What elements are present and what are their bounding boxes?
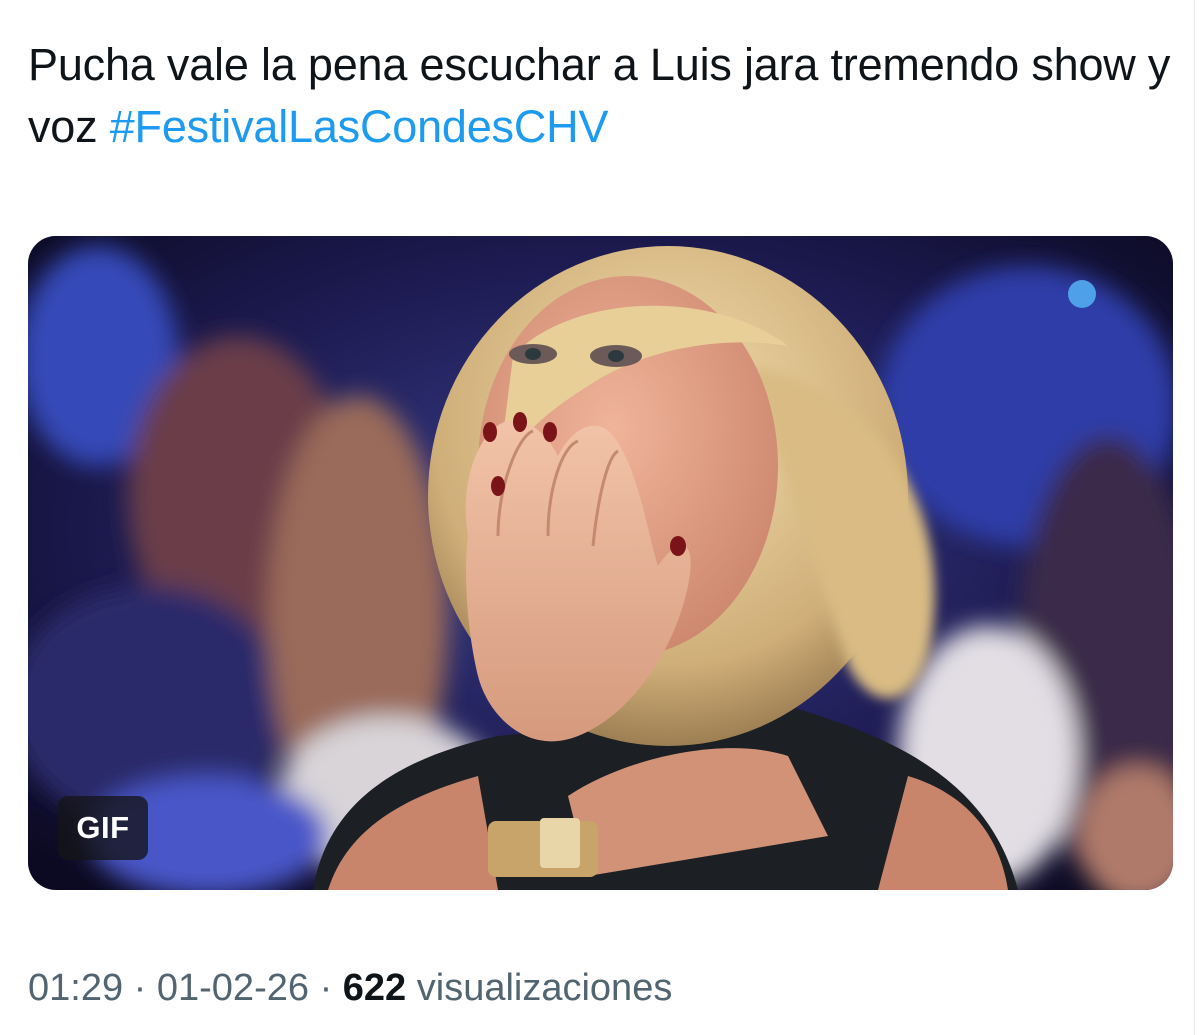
- hashtag-link[interactable]: #FestivalLasCondesCHV: [110, 101, 609, 152]
- tweet-date[interactable]: 01-02-26: [157, 967, 309, 1009]
- broadcast-logo-icon: [1068, 280, 1096, 308]
- tweet-meta: 01:29 · 01-02-26 · 622 visualizaciones: [28, 962, 672, 1014]
- column-divider: [1194, 0, 1195, 1035]
- views-count: 622: [342, 967, 407, 1009]
- gif-thumbnail: [28, 236, 1173, 890]
- tweet-time[interactable]: 01:29: [28, 967, 123, 1009]
- meta-separator: ·: [133, 967, 147, 1009]
- meta-separator: ·: [319, 967, 333, 1009]
- gif-badge: GIF: [58, 796, 148, 860]
- gif-media[interactable]: GIF: [28, 236, 1173, 890]
- views-label: visualizaciones: [416, 967, 673, 1009]
- tweet-text: Pucha vale la pena escuchar a Luis jara …: [28, 34, 1178, 158]
